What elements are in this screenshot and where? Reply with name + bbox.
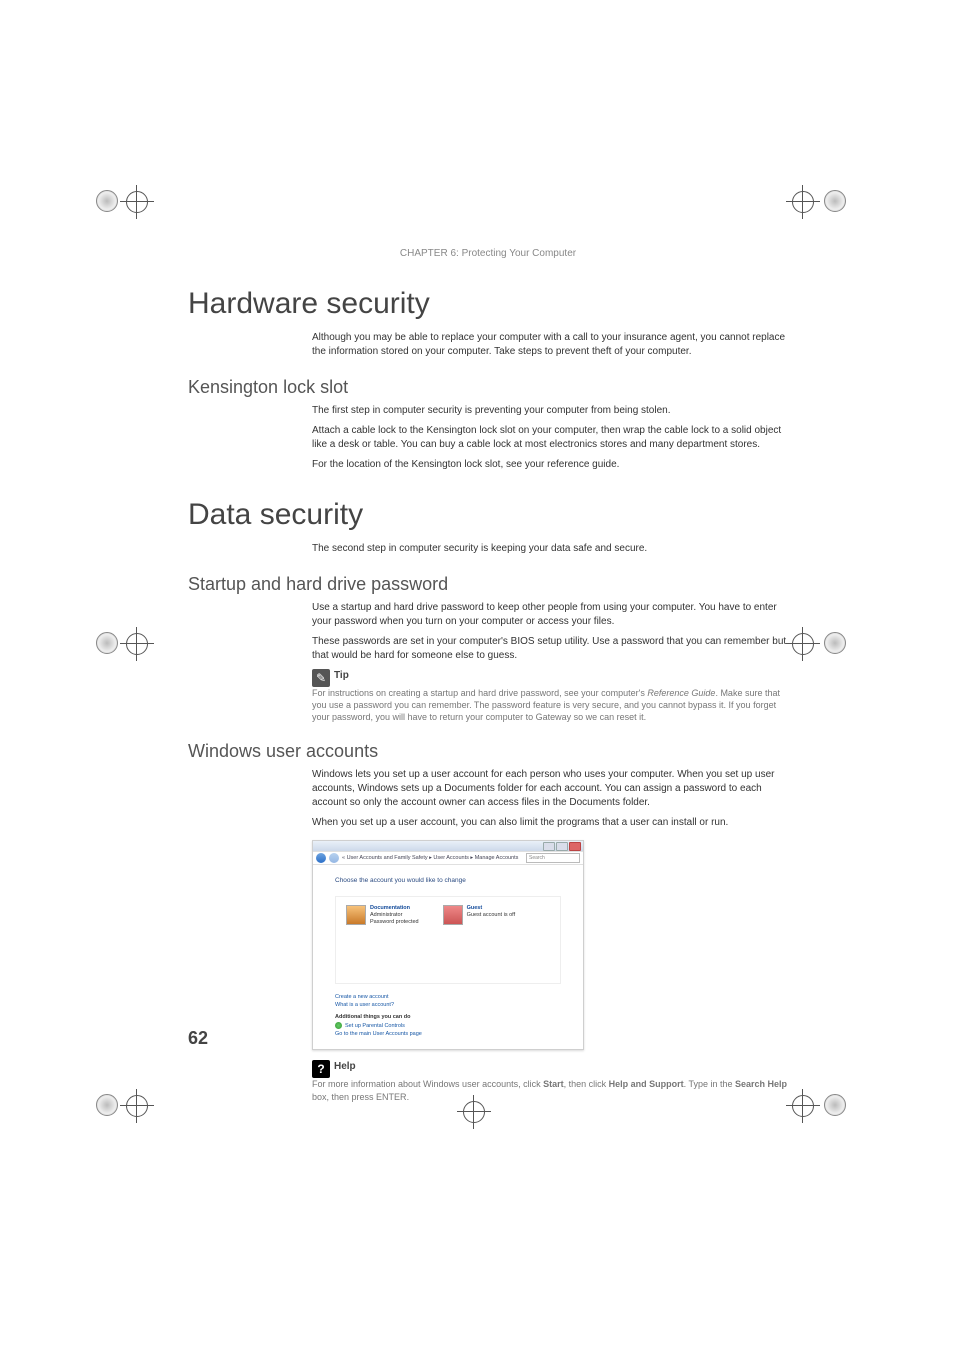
tip-text: For instructions on creating a startup a… xyxy=(312,688,647,698)
account-name: Documentation xyxy=(370,905,419,912)
help-text: . Type xyxy=(684,1079,711,1089)
help-text: . xyxy=(407,1092,410,1102)
instruction-text: Choose the account you would like to cha… xyxy=(335,877,561,884)
window-titlebar xyxy=(313,841,583,851)
paragraph: When you set up a user account, you can … xyxy=(312,816,788,830)
page-number: 62 xyxy=(188,1028,208,1049)
search-input[interactable]: Search xyxy=(526,853,580,863)
nav-forward-button[interactable] xyxy=(329,853,339,863)
account-avatar xyxy=(443,905,463,925)
paragraph: Although you may be able to replace your… xyxy=(312,331,788,359)
heading-kensington: Kensington lock slot xyxy=(188,377,788,398)
breadcrumb[interactable]: « User Accounts and Family Safety ▸ User… xyxy=(342,855,523,861)
paragraph: For the location of the Kensington lock … xyxy=(312,458,788,472)
tip-callout: ✎ Tip For instructions on creating a star… xyxy=(312,669,788,723)
help-text: box, then press xyxy=(312,1092,376,1102)
help-text-bold: Search Help xyxy=(735,1079,787,1089)
manage-accounts-screenshot: « User Accounts and Family Safety ▸ User… xyxy=(312,840,584,1050)
registration-mark-bl xyxy=(96,1078,156,1138)
paragraph: Windows lets you set up a user account f… xyxy=(312,768,788,810)
link-what-is-account[interactable]: What is a user account? xyxy=(335,1002,561,1008)
help-text: in the xyxy=(711,1079,736,1089)
nav-back-button[interactable] xyxy=(316,853,326,863)
heading-data-security: Data security xyxy=(188,498,788,532)
help-text-bold: Help and Support xyxy=(609,1079,684,1089)
heading-startup-password: Startup and hard drive password xyxy=(188,574,788,595)
paragraph: The first step in computer security is p… xyxy=(312,404,788,418)
paragraph: These passwords are set in your computer… xyxy=(312,635,788,663)
paragraph: Use a startup and hard drive password to… xyxy=(312,601,788,629)
registration-mark-tr xyxy=(786,174,846,234)
chapter-header: CHAPTER 6: Protecting Your Computer xyxy=(188,248,788,259)
account-status: Guest account is off xyxy=(467,912,516,919)
help-text-key: ENTER xyxy=(376,1092,407,1102)
registration-mark-tl xyxy=(96,174,156,234)
help-text-bold: Start xyxy=(543,1079,564,1089)
account-item-documentation[interactable]: Documentation Administrator Password pro… xyxy=(346,905,419,975)
help-callout: ? Help For more information about Windows… xyxy=(312,1060,788,1102)
window-close-button[interactable] xyxy=(569,842,581,851)
account-status: Password protected xyxy=(370,919,419,926)
account-role: Administrator xyxy=(370,912,419,919)
link-main-accounts-page[interactable]: Go to the main User Accounts page xyxy=(335,1031,561,1037)
paragraph: The second step in computer security is … xyxy=(312,542,788,556)
account-item-guest[interactable]: Guest Guest account is off xyxy=(443,905,516,975)
paragraph: Attach a cable lock to the Kensington lo… xyxy=(312,424,788,452)
account-avatar xyxy=(346,905,366,925)
window-max-button[interactable] xyxy=(556,842,568,851)
account-name: Guest xyxy=(467,905,516,912)
help-icon: ? xyxy=(312,1060,330,1078)
heading-hardware-security: Hardware security xyxy=(188,287,788,321)
registration-mark-mr xyxy=(786,616,846,676)
registration-mark-br xyxy=(786,1078,846,1138)
link-parental-controls[interactable]: Set up Parental Controls xyxy=(335,1022,561,1029)
tip-icon: ✎ xyxy=(312,669,330,687)
window-min-button[interactable] xyxy=(543,842,555,851)
tip-title: Tip xyxy=(334,670,349,681)
link-create-account[interactable]: Create a new account xyxy=(335,994,561,1000)
help-text: For more information about Windows user … xyxy=(312,1079,543,1089)
help-title: Help xyxy=(334,1061,356,1072)
help-text: , then click xyxy=(564,1079,609,1089)
links-group-title: Additional things you can do xyxy=(335,1014,561,1020)
registration-mark-ml xyxy=(96,616,156,676)
tip-text-em: Reference Guide xyxy=(647,688,715,698)
heading-windows-accounts: Windows user accounts xyxy=(188,741,788,762)
